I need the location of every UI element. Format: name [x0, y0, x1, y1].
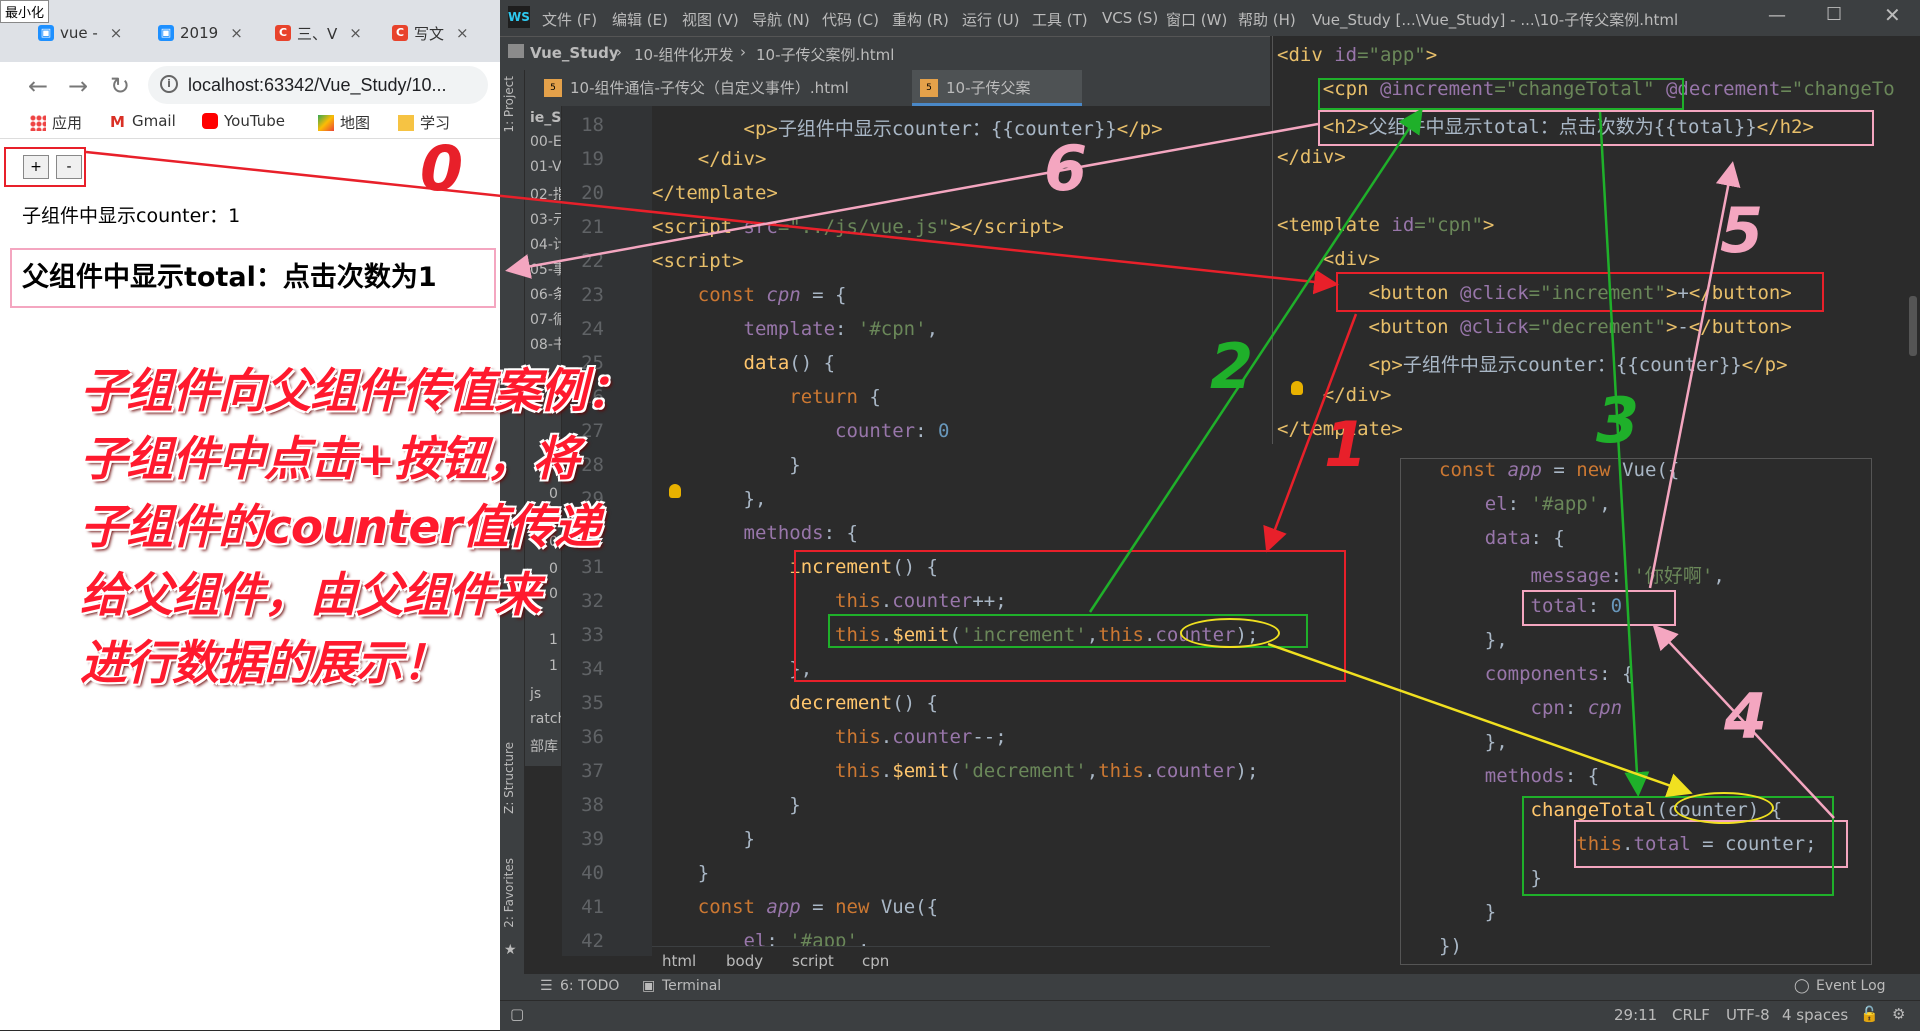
arrow-step-6	[505, 122, 1319, 279]
annotation-number-0: 0	[420, 132, 464, 205]
caption-line: 给父组件，由父组件来	[80, 568, 541, 623]
annotation-number-6: 6	[1044, 132, 1088, 205]
annotation-number-1: 1	[1324, 408, 1368, 481]
caption-line: 进行数据的展示！	[80, 636, 449, 691]
annotation-number-3: 3	[1596, 384, 1640, 457]
annotation-number-2: 2	[1210, 330, 1254, 403]
caption-line: 子组件中点击+按钮，将	[80, 432, 579, 487]
caption-line: 子组件的counter值传递	[80, 500, 601, 555]
arrow-step-yellow	[1267, 642, 1693, 798]
arrow-step-2	[1088, 107, 1423, 613]
annotation-number-4: 4	[1724, 680, 1768, 753]
tutorial-caption: 子组件向父组件传值案例： 子组件中点击+按钮，将 子组件的counter值传递 …	[80, 358, 700, 698]
caption-line: 子组件向父组件传值案例：	[80, 364, 633, 419]
annotation-number-5: 5	[1720, 194, 1764, 267]
arrow-step-0	[85, 150, 1339, 295]
